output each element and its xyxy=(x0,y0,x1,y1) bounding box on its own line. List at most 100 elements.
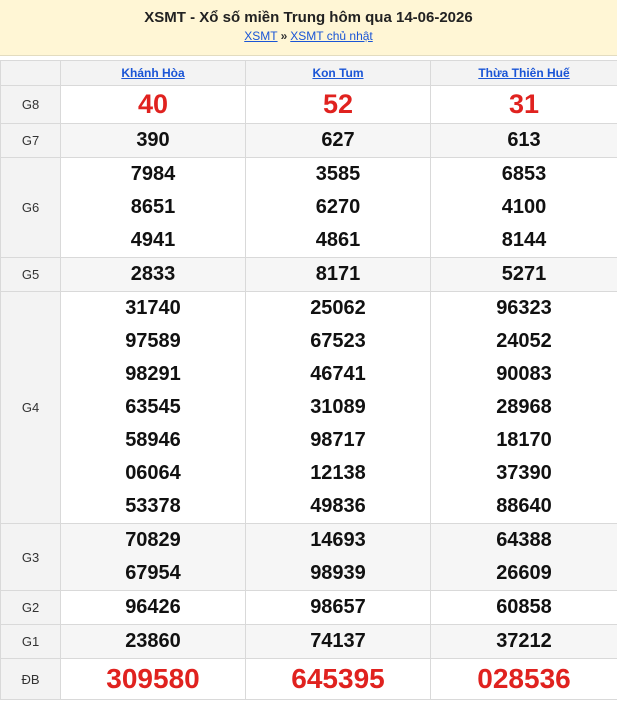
prize-cell: 37212 xyxy=(430,624,617,659)
prize-number: 49836 xyxy=(310,495,366,517)
prize-number: 37212 xyxy=(496,630,552,652)
province-link-kon-tum[interactable]: Kon Tum xyxy=(312,66,363,80)
prize-number: 18170 xyxy=(496,429,552,451)
prize-number: 23860 xyxy=(125,630,181,652)
province-header-cell: Kon Tum xyxy=(245,60,431,86)
prize-cell: 25062 67523 46741 31089 98717 12138 49836 xyxy=(245,291,431,524)
province-header-row: Khánh Hòa Kon Tum Thừa Thiên Huế xyxy=(0,60,617,86)
prize-cell: 60858 xyxy=(430,590,617,625)
province-link-khanh-hoa[interactable]: Khánh Hòa xyxy=(121,66,184,80)
prize-number: 8171 xyxy=(315,263,361,285)
prize-number: 4941 xyxy=(130,229,176,251)
prize-cell: 52 xyxy=(245,85,431,124)
prize-label: G1 xyxy=(0,624,61,659)
prize-number: 98291 xyxy=(125,363,181,385)
prize-number: 25062 xyxy=(310,297,366,319)
breadcrumb-xsmt-sunday-link[interactable]: XSMT chủ nhật xyxy=(290,29,373,43)
prize-cell: 64388 26609 xyxy=(430,523,617,591)
prize-row-g3: G3 70829 67954 14693 98939 64388 26609 xyxy=(0,523,617,591)
prize-number: 28968 xyxy=(496,396,552,418)
prize-number: 6270 xyxy=(315,196,361,218)
special-prize-number: 028536 xyxy=(477,663,571,694)
prize-cell: 14693 98939 xyxy=(245,523,431,591)
prize-number: 96323 xyxy=(496,297,552,319)
prize-number: 52 xyxy=(322,89,354,119)
prize-number: 97589 xyxy=(125,330,181,352)
prize-cell: 96323 24052 90083 28968 18170 37390 88640 xyxy=(430,291,617,524)
prize-number: 26609 xyxy=(496,562,552,584)
prize-number: 5271 xyxy=(501,263,547,285)
results-header: XSMT - Xổ số miền Trung hôm qua 14-06-20… xyxy=(0,0,617,56)
prize-cell: 2833 xyxy=(60,257,246,292)
prize-row-g1: G1 23860 74137 37212 xyxy=(0,624,617,659)
prize-number: 627 xyxy=(321,129,355,151)
prize-cell: 8171 xyxy=(245,257,431,292)
prize-number: 37390 xyxy=(496,462,552,484)
results-table: Khánh Hòa Kon Tum Thừa Thiên Huế G8 40 52 3… xyxy=(0,60,617,700)
prize-row-g5: G5 2833 8171 5271 xyxy=(0,257,617,292)
prize-number: 63545 xyxy=(125,396,181,418)
prize-cell: 645395 xyxy=(245,658,431,700)
prize-number: 2833 xyxy=(130,263,176,285)
prize-number: 31740 xyxy=(125,297,181,319)
corner-cell xyxy=(0,60,61,86)
prize-number: 67523 xyxy=(310,330,366,352)
prize-cell: 390 xyxy=(60,123,246,158)
province-link-thua-thien-hue[interactable]: Thừa Thiên Huế xyxy=(478,66,569,80)
prize-number: 40 xyxy=(137,89,169,119)
breadcrumb-separator: » xyxy=(280,29,288,43)
prize-cell: 6853 4100 8144 xyxy=(430,157,617,258)
prize-number: 7984 xyxy=(130,163,176,185)
prize-row-b: ĐB 309580 645395 028536 xyxy=(0,658,617,700)
prize-number: 60858 xyxy=(496,596,552,618)
prize-label: G7 xyxy=(0,123,61,158)
prize-number: 6853 xyxy=(501,163,547,185)
prize-number: 67954 xyxy=(125,562,181,584)
prize-number: 613 xyxy=(507,129,541,151)
prize-number: 8651 xyxy=(130,196,176,218)
prize-number: 31 xyxy=(508,89,540,119)
breadcrumb-xsmt-link[interactable]: XSMT xyxy=(244,29,277,43)
prize-number: 70829 xyxy=(125,529,181,551)
province-header-cell: Thừa Thiên Huế xyxy=(430,60,617,86)
prize-cell: 3585 6270 4861 xyxy=(245,157,431,258)
page-title: XSMT - Xổ số miền Trung hôm qua 14-06-20… xyxy=(144,9,473,26)
prize-number: 88640 xyxy=(496,495,552,517)
prize-cell: 23860 xyxy=(60,624,246,659)
prize-row-g2: G2 96426 98657 60858 xyxy=(0,590,617,625)
prize-label: G6 xyxy=(0,157,61,258)
prize-row-g7: G7 390 627 613 xyxy=(0,123,617,158)
prize-number: 4861 xyxy=(315,229,361,251)
prize-cell: 028536 xyxy=(430,658,617,700)
prize-number: 4100 xyxy=(501,196,547,218)
province-header-cell: Khánh Hòa xyxy=(60,60,246,86)
prize-number: 06064 xyxy=(125,462,181,484)
prize-number: 12138 xyxy=(310,462,366,484)
prize-cell: 98657 xyxy=(245,590,431,625)
prize-label: G4 xyxy=(0,291,61,524)
prize-number: 8144 xyxy=(501,229,547,251)
prize-cell: 31740 97589 98291 63545 58946 06064 53378 xyxy=(60,291,246,524)
prize-number: 31089 xyxy=(310,396,366,418)
prize-cell: 96426 xyxy=(60,590,246,625)
prize-cell: 7984 8651 4941 xyxy=(60,157,246,258)
prize-label: G8 xyxy=(0,85,61,124)
prize-label: G5 xyxy=(0,257,61,292)
prize-number: 74137 xyxy=(310,630,366,652)
prize-cell: 40 xyxy=(60,85,246,124)
prize-number: 98939 xyxy=(310,562,366,584)
prize-number: 46741 xyxy=(310,363,366,385)
prize-number: 3585 xyxy=(315,163,361,185)
prize-number: 98657 xyxy=(310,596,366,618)
prize-number: 96426 xyxy=(125,596,181,618)
prize-number: 24052 xyxy=(496,330,552,352)
prize-cell: 70829 67954 xyxy=(60,523,246,591)
prize-number: 64388 xyxy=(496,529,552,551)
prize-number: 53378 xyxy=(125,495,181,517)
special-prize-number: 645395 xyxy=(291,663,385,694)
prize-number: 58946 xyxy=(125,429,181,451)
prize-cell: 31 xyxy=(430,85,617,124)
prize-row-g8: G8 40 52 31 xyxy=(0,85,617,124)
prize-label: G3 xyxy=(0,523,61,591)
prize-number: 14693 xyxy=(310,529,366,551)
